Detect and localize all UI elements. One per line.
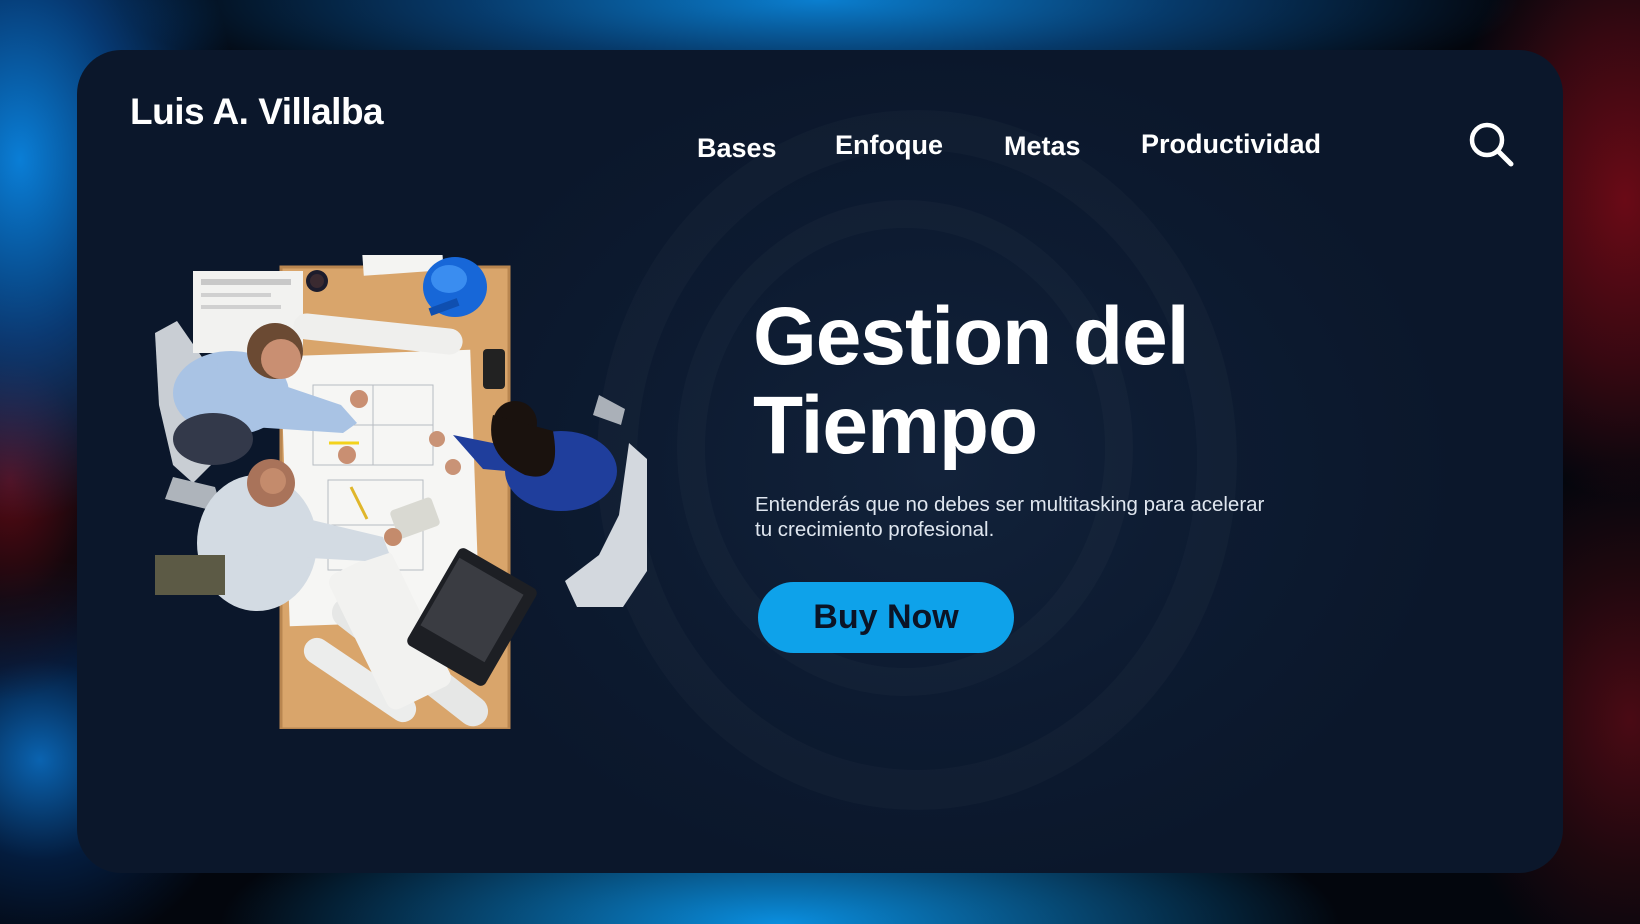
hero-title: Gestion del Tiempo — [753, 291, 1190, 471]
team-meeting-photo — [155, 248, 647, 731]
nav-item-metas[interactable]: Metas — [1004, 128, 1081, 164]
hero-title-line-2: Tiempo — [753, 380, 1038, 471]
search-button[interactable] — [1468, 121, 1516, 169]
hero-title-line-1: Gestion del — [753, 291, 1190, 382]
hero-image — [153, 248, 651, 731]
search-icon — [1469, 122, 1514, 167]
hero-subtitle: Entenderás que no debes ser multitasking… — [755, 493, 1265, 541]
hero-card: Luis A. Villalba Bases Enfoque Metas Pro… — [77, 50, 1563, 873]
nav-item-productividad[interactable]: Productividad — [1141, 126, 1321, 162]
brand-logo[interactable]: Luis A. Villalba — [130, 93, 384, 130]
buy-now-button[interactable]: Buy Now — [758, 582, 1014, 653]
nav-item-enfoque[interactable]: Enfoque — [835, 127, 943, 163]
nav-item-bases[interactable]: Bases — [697, 130, 777, 166]
